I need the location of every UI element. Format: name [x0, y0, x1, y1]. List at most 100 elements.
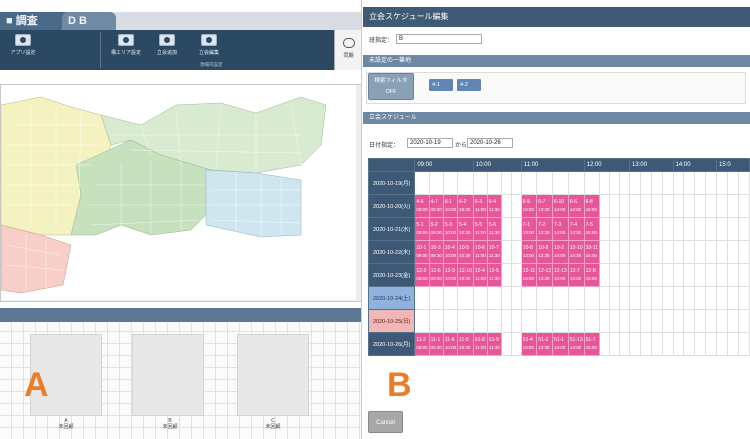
empty-slot[interactable] — [609, 240, 621, 264]
booked-slot[interactable]: 10-9 13:30 — [536, 240, 554, 264]
empty-slot[interactable] — [716, 171, 728, 195]
empty-slot[interactable] — [510, 171, 522, 195]
empty-slot[interactable] — [639, 286, 652, 310]
empty-slot[interactable] — [500, 217, 512, 241]
empty-slot[interactable] — [567, 286, 585, 310]
empty-slot[interactable] — [609, 332, 621, 356]
empty-slot[interactable] — [737, 240, 750, 264]
empty-slot[interactable] — [650, 217, 663, 241]
booked-slot[interactable]: 10-2 14:00 — [552, 240, 569, 264]
empty-slot[interactable] — [414, 309, 430, 333]
empty-slot[interactable] — [599, 240, 611, 264]
empty-slot[interactable] — [683, 286, 696, 310]
empty-slot[interactable] — [705, 286, 718, 310]
empty-slot[interactable] — [672, 286, 685, 310]
empty-slot[interactable] — [672, 332, 685, 356]
booked-slot[interactable]: 51-4 13:00 — [520, 332, 538, 356]
empty-slot[interactable] — [694, 240, 707, 264]
empty-slot[interactable] — [639, 309, 652, 333]
empty-slot[interactable] — [683, 194, 696, 218]
empty-slot[interactable] — [520, 171, 538, 195]
empty-slot[interactable] — [442, 309, 459, 333]
slot-c[interactable] — [237, 334, 309, 416]
empty-slot[interactable] — [536, 286, 554, 310]
booked-slot[interactable]: 4-6 09:00 — [414, 194, 430, 218]
empty-slot[interactable] — [737, 263, 750, 287]
booked-slot[interactable]: 6-7 13:30 — [536, 194, 554, 218]
empty-slot[interactable] — [672, 217, 685, 241]
empty-slot[interactable] — [737, 286, 750, 310]
empty-slot[interactable] — [727, 171, 739, 195]
booked-slot[interactable]: 10-10 14:30 — [567, 240, 585, 264]
empty-slot[interactable] — [694, 171, 707, 195]
empty-slot[interactable] — [629, 194, 641, 218]
date-to-input[interactable]: 2020-10-26 — [467, 138, 513, 148]
empty-slot[interactable] — [727, 332, 739, 356]
empty-slot[interactable] — [694, 263, 707, 287]
empty-slot[interactable] — [486, 309, 502, 333]
empty-slot[interactable] — [737, 194, 750, 218]
booked-slot[interactable]: 7-4 14:30 — [567, 217, 585, 241]
empty-slot[interactable] — [661, 263, 674, 287]
slot-b[interactable] — [132, 334, 204, 416]
booked-slot[interactable]: 10-1 09:00 — [414, 240, 430, 264]
empty-slot[interactable] — [552, 286, 569, 310]
booked-slot[interactable]: 6-1 10:00 — [442, 194, 459, 218]
empty-slot[interactable] — [639, 171, 652, 195]
empty-slot[interactable] — [737, 332, 750, 356]
empty-slot[interactable] — [716, 240, 728, 264]
empty-slot[interactable] — [683, 217, 696, 241]
empty-slot[interactable] — [694, 217, 707, 241]
date-from-input[interactable]: 2020-10-19 — [407, 138, 453, 148]
empty-slot[interactable] — [567, 171, 585, 195]
empty-slot[interactable] — [599, 286, 611, 310]
empty-slot[interactable] — [510, 286, 522, 310]
booked-slot[interactable]: 6-5 13:00 — [520, 194, 538, 218]
empty-slot[interactable] — [661, 240, 674, 264]
empty-slot[interactable] — [629, 332, 641, 356]
empty-slot[interactable] — [661, 286, 674, 310]
booked-slot[interactable]: 51-9 11:30 — [486, 332, 502, 356]
empty-slot[interactable] — [619, 194, 631, 218]
empty-slot[interactable] — [510, 240, 522, 264]
booked-slot[interactable]: 12-6 09:30 — [428, 263, 444, 287]
empty-slot[interactable] — [705, 263, 718, 287]
empty-slot[interactable] — [639, 217, 652, 241]
booked-slot[interactable]: 12-13 14:00 — [552, 263, 569, 287]
add-meeting-button[interactable]: 立会追加 — [152, 34, 182, 56]
empty-slot[interactable] — [694, 194, 707, 218]
booked-slot[interactable]: 10-5 10:30 — [457, 240, 474, 264]
booked-slot[interactable]: 7-2 13:30 — [536, 217, 554, 241]
empty-slot[interactable] — [727, 217, 739, 241]
booked-slot[interactable]: 5-3 10:00 — [442, 217, 459, 241]
empty-slot[interactable] — [486, 286, 502, 310]
empty-slot[interactable] — [619, 240, 631, 264]
empty-slot[interactable] — [650, 332, 663, 356]
empty-slot[interactable] — [683, 263, 696, 287]
empty-slot[interactable] — [619, 217, 631, 241]
empty-slot[interactable] — [639, 332, 652, 356]
empty-slot[interactable] — [629, 217, 641, 241]
empty-slot[interactable] — [472, 309, 488, 333]
empty-slot[interactable] — [694, 286, 707, 310]
booked-slot[interactable]: 12-9 10:00 — [442, 263, 459, 287]
empty-slot[interactable] — [609, 309, 621, 333]
empty-slot[interactable] — [619, 332, 631, 356]
booked-slot[interactable]: 12-5 11:30 — [486, 263, 502, 287]
empty-slot[interactable] — [639, 263, 652, 287]
empty-slot[interactable] — [716, 309, 728, 333]
empty-slot[interactable] — [619, 263, 631, 287]
empty-slot[interactable] — [609, 217, 621, 241]
empty-slot[interactable] — [442, 286, 459, 310]
empty-slot[interactable] — [414, 286, 430, 310]
app-settings-button[interactable]: アプリ設定 — [6, 34, 40, 56]
empty-slot[interactable] — [552, 171, 569, 195]
empty-slot[interactable] — [500, 171, 512, 195]
empty-slot[interactable] — [619, 171, 631, 195]
empty-slot[interactable] — [716, 263, 728, 287]
empty-slot[interactable] — [457, 309, 474, 333]
empty-slot[interactable] — [672, 240, 685, 264]
booked-slot[interactable]: 12-11 13:00 — [520, 263, 538, 287]
empty-slot[interactable] — [650, 171, 663, 195]
parcel-chip[interactable]: 4-1 — [429, 79, 453, 91]
